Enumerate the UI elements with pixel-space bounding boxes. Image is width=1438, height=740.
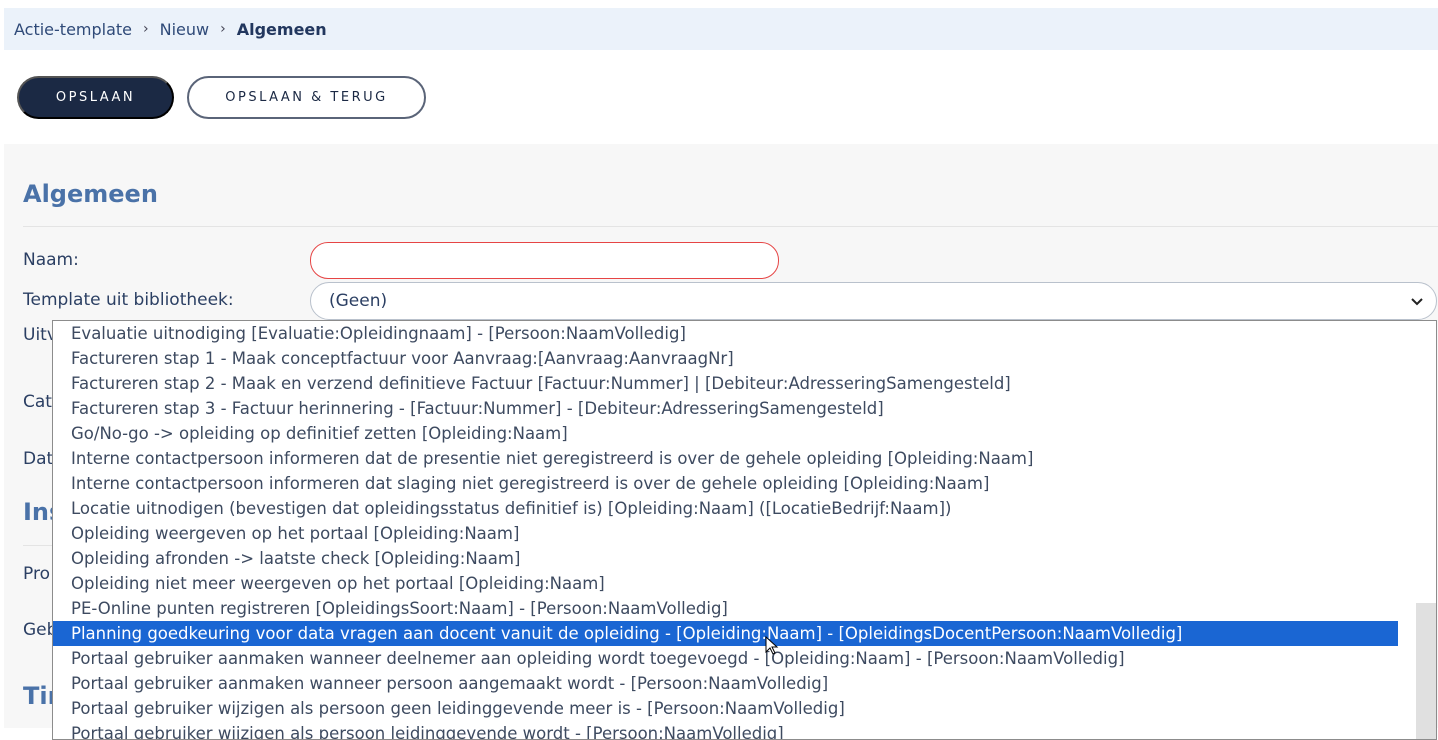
dropdown-option[interactable]: Portaal gebruiker aanmaken wanneer perso… (53, 671, 1398, 696)
dropdown-options: Evaluatie uitnodiging [Evaluatie:Opleidi… (53, 321, 1398, 739)
dropdown-option[interactable]: Locatie uitnodigen (bevestigen dat oplei… (53, 496, 1398, 521)
dropdown-option[interactable]: Portaal gebruiker wijzigen als persoon g… (53, 696, 1398, 721)
breadcrumb-item-actie-template[interactable]: Actie-template (14, 20, 132, 39)
dropdown-scrollbar[interactable] (1416, 321, 1436, 739)
breadcrumb: Actie-template › Nieuw › Algemeen (4, 8, 1438, 50)
dropdown-option[interactable]: Factureren stap 3 - Factuur herinnering … (53, 396, 1398, 421)
breadcrumb-separator: › (143, 21, 149, 37)
dropdown-option[interactable]: Portaal gebruiker wijzigen als persoon l… (53, 721, 1398, 739)
naam-label: Naam: (23, 250, 79, 270)
template-select-value: (Geen) (329, 291, 388, 311)
breadcrumb-current: Algemeen (236, 19, 327, 39)
naam-input[interactable] (310, 242, 779, 279)
save-and-back-button[interactable]: OPSLAAN & TERUG (187, 76, 426, 119)
dropdown-scrollbar-thumb[interactable] (1416, 603, 1436, 739)
dropdown-option[interactable]: Factureren stap 2 - Maak en verzend defi… (53, 371, 1398, 396)
dropdown-option[interactable]: PE-Online punten registreren [Opleidings… (53, 596, 1398, 621)
dropdown-option[interactable]: Go/No-go -> opleiding op definitief zett… (53, 421, 1398, 446)
dropdown-option[interactable]: Portaal gebruiker aanmaken wanneer deeln… (53, 646, 1398, 671)
categorie-label: Cat (23, 392, 52, 412)
proces-label: Pro (23, 564, 50, 584)
section-title: Algemeen (23, 180, 158, 208)
dropdown-option[interactable]: Planning goedkeuring voor data vragen aa… (53, 621, 1398, 646)
dropdown-option[interactable]: Opleiding niet meer weergeven op het por… (53, 571, 1398, 596)
save-button[interactable]: OPSLAAN (17, 76, 174, 119)
dropdown-option[interactable]: Factureren stap 1 - Maak conceptfactuur … (53, 346, 1398, 371)
template-dropdown-list[interactable]: Evaluatie uitnodiging [Evaluatie:Opleidi… (52, 320, 1437, 740)
template-label: Template uit bibliotheek: (23, 290, 234, 310)
dropdown-option[interactable]: Interne contactpersoon informeren dat sl… (53, 471, 1398, 496)
dropdown-option[interactable]: Evaluatie uitnodiging [Evaluatie:Opleidi… (53, 321, 1398, 346)
section-divider (23, 226, 1438, 227)
breadcrumb-separator: › (220, 21, 226, 37)
template-select[interactable]: (Geen) (310, 282, 1437, 320)
dropdown-option[interactable]: Opleiding weergeven op het portaal [Ople… (53, 521, 1398, 546)
mouse-pointer-icon (765, 636, 779, 655)
breadcrumb-item-nieuw[interactable]: Nieuw (160, 20, 209, 39)
dropdown-option[interactable]: Opleiding afronden -> laatste check [Opl… (53, 546, 1398, 571)
dropdown-option[interactable]: Interne contactpersoon informeren dat de… (53, 446, 1398, 471)
chevron-down-icon (1411, 298, 1423, 306)
datum-label: Dat (23, 449, 54, 469)
